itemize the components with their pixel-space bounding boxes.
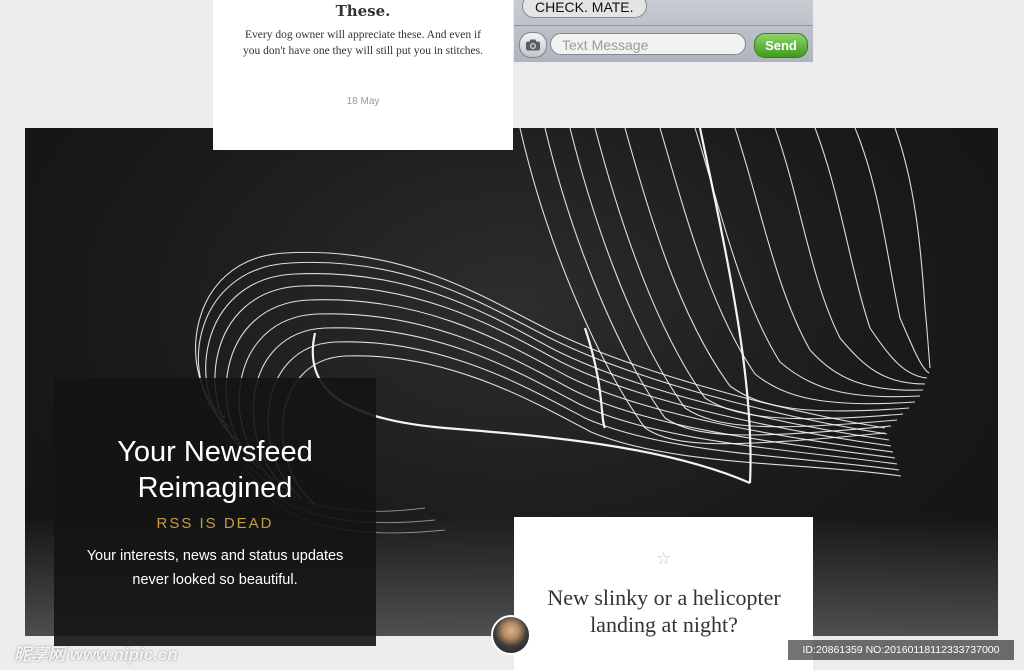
message-bubble: CHECK. MATE. bbox=[522, 0, 647, 18]
article-title[interactable]: These. bbox=[213, 2, 513, 20]
camera-icon[interactable] bbox=[519, 32, 547, 58]
star-icon[interactable]: ☆ bbox=[514, 549, 813, 569]
article-title[interactable]: New slinky or a helicopter landing at ni… bbox=[544, 584, 784, 638]
article-excerpt: Every dog owner will appreciate these. A… bbox=[242, 29, 484, 57]
article-card-bottom[interactable]: ☆ New slinky or a helicopter landing at … bbox=[514, 517, 813, 670]
hero-kicker: RSS IS DEAD bbox=[156, 515, 274, 532]
divider bbox=[514, 25, 813, 26]
watermark-id: ID:20861359 NO:20160118112333737000 bbox=[788, 640, 1014, 660]
hero-overlay[interactable]: Your Newsfeed Reimagined RSS IS DEAD You… bbox=[54, 378, 376, 646]
hero-headline: Your Newsfeed Reimagined bbox=[117, 436, 313, 504]
imessage-screenshot: CHECK. MATE. Text Message Send bbox=[514, 0, 813, 62]
send-button[interactable]: Send bbox=[754, 33, 808, 58]
article-date: 18 May bbox=[346, 96, 380, 107]
avatar[interactable] bbox=[491, 615, 531, 655]
article-card-top[interactable]: These. Every dog owner will appreciate t… bbox=[213, 0, 513, 150]
text-message-input[interactable]: Text Message bbox=[550, 33, 746, 55]
hero-description: Your interests, news and status updates … bbox=[86, 548, 344, 588]
watermark-logo: 昵享网 www.nipic.cn bbox=[14, 645, 178, 664]
